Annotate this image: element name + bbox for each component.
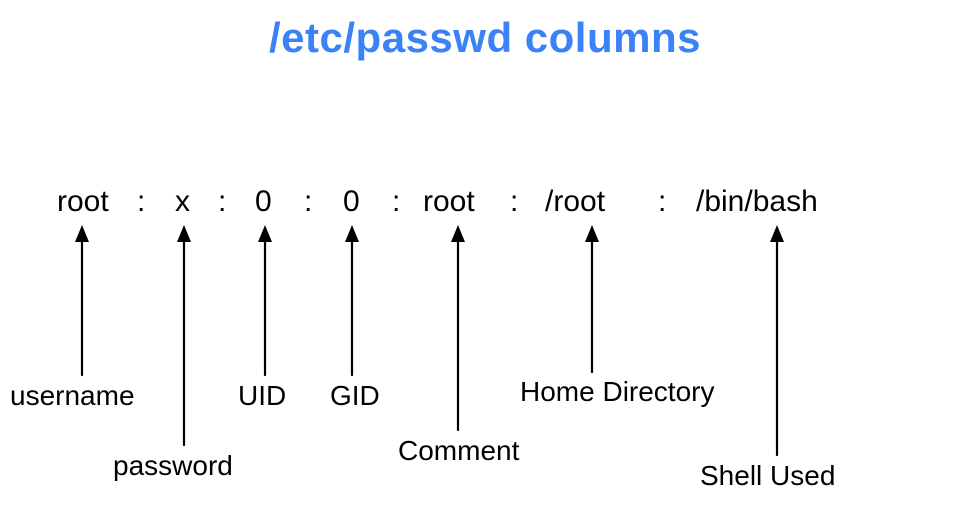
field-homedir: /root (545, 185, 605, 219)
field-shell: /bin/bash (696, 185, 818, 219)
separator-2: : (218, 185, 226, 219)
field-gid: 0 (343, 185, 360, 219)
label-uid: UID (238, 380, 286, 412)
separator-6: : (658, 185, 666, 219)
field-comment: root (423, 185, 475, 219)
label-comment: Comment (398, 435, 519, 467)
label-shell: Shell Used (700, 460, 835, 492)
label-password: password (113, 450, 233, 482)
label-username: username (10, 380, 135, 412)
separator-1: : (137, 185, 145, 219)
separator-3: : (304, 185, 312, 219)
field-uid: 0 (255, 185, 272, 219)
label-gid: GID (330, 380, 380, 412)
separator-4: : (392, 185, 400, 219)
label-homedir: Home Directory (520, 376, 714, 408)
field-password: x (175, 185, 190, 219)
separator-5: : (510, 185, 518, 219)
diagram-title: /etc/passwd columns (0, 14, 970, 62)
field-username: root (57, 185, 109, 219)
